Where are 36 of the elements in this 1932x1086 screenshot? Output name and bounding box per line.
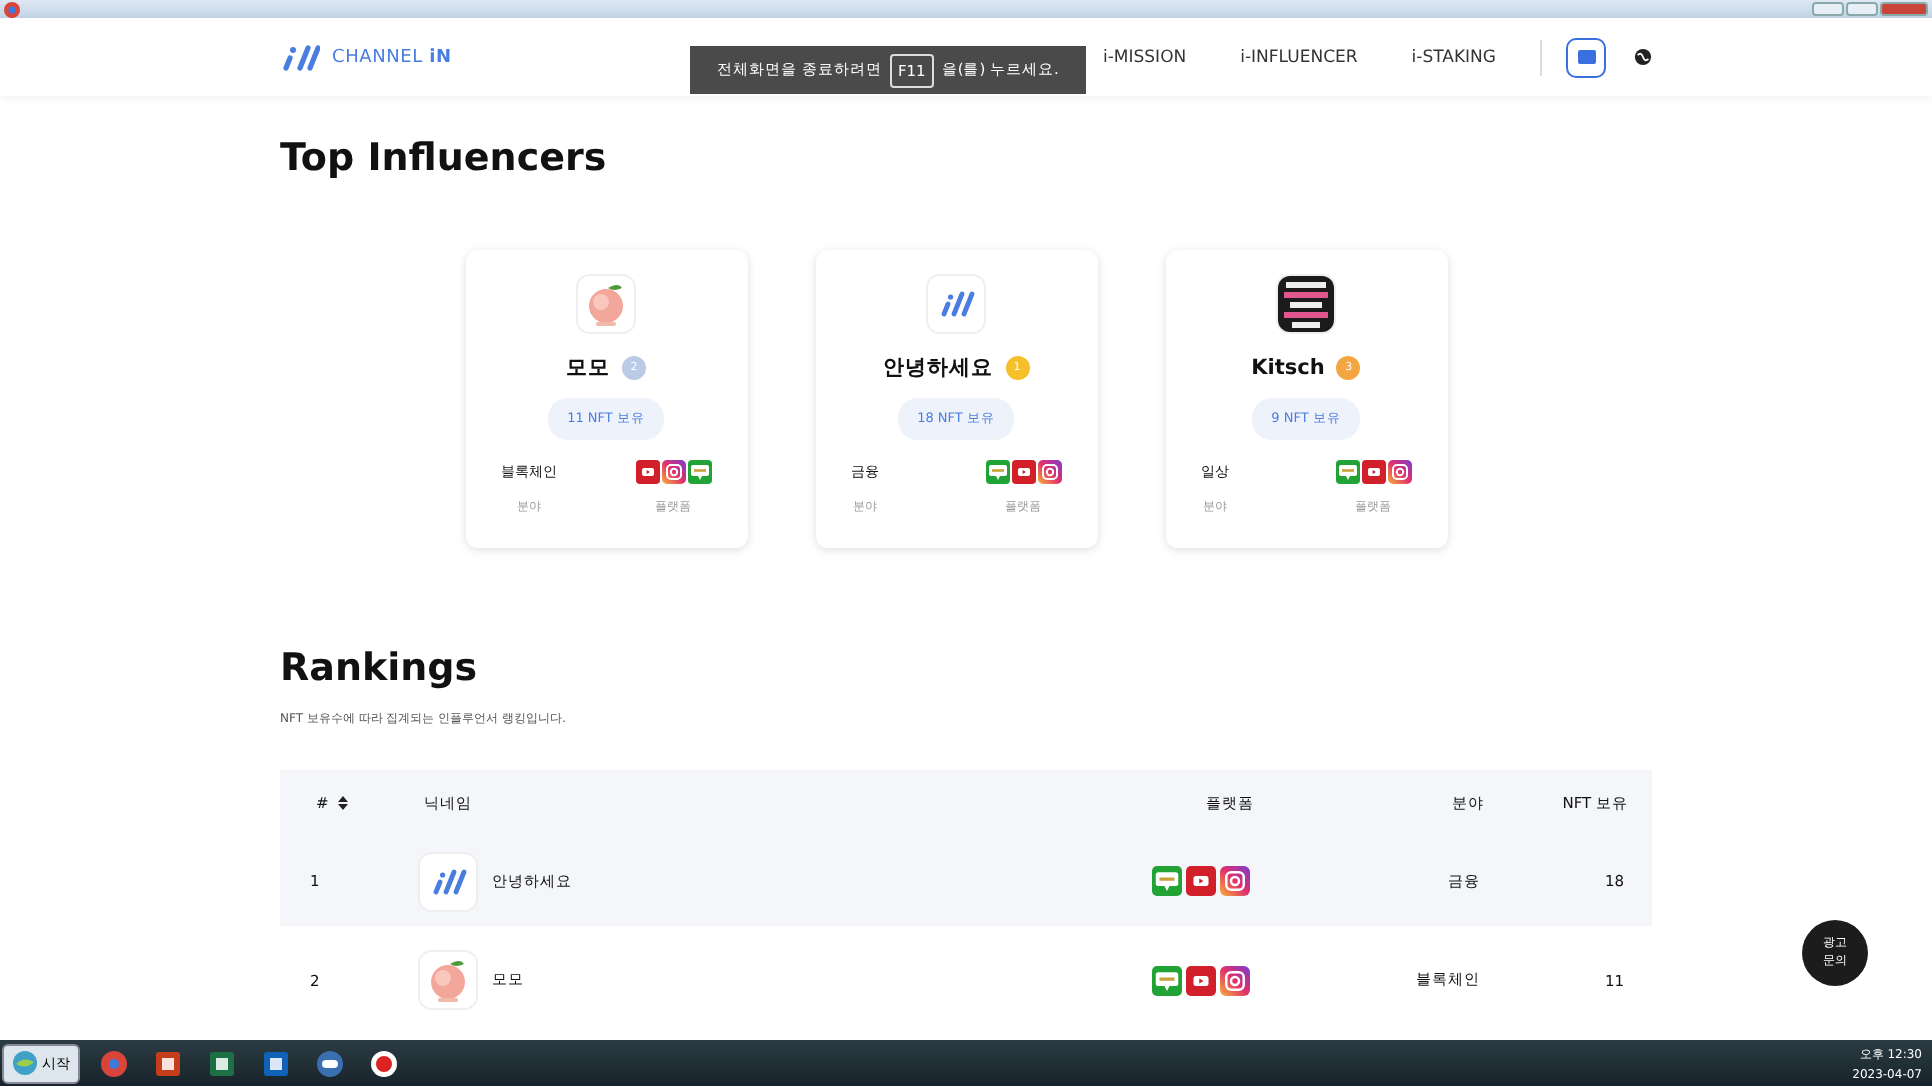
youtube-icon[interactable] — [1186, 866, 1216, 896]
instagram-icon[interactable] — [1220, 965, 1250, 995]
app-icon[interactable] — [154, 1049, 182, 1077]
nav-link[interactable]: i-STAKING — [1411, 47, 1496, 67]
logo-icon — [280, 43, 320, 71]
influencer-name: Kitsch — [1251, 356, 1325, 380]
instagram-icon[interactable] — [1387, 460, 1411, 484]
wallet-button[interactable] — [1566, 37, 1606, 77]
chat-bubble-icon[interactable] — [1152, 866, 1182, 896]
chat-bubble-icon[interactable] — [1335, 460, 1359, 484]
start-orb-icon — [12, 1050, 38, 1076]
sort-icon[interactable] — [338, 796, 349, 810]
section-title: Rankings — [280, 644, 480, 692]
browser-logo-icon — [4, 1, 20, 17]
youtube-icon[interactable] — [1186, 965, 1216, 995]
app-icon[interactable] — [262, 1049, 290, 1077]
brand-name: CHANNEL iN — [332, 47, 452, 67]
youtube-icon[interactable] — [1361, 460, 1385, 484]
youtube-icon[interactable] — [1011, 460, 1035, 484]
chat-bubble-icon[interactable] — [1152, 965, 1182, 995]
nav-link[interactable]: i-MISSION — [1103, 47, 1187, 67]
app-icon[interactable] — [316, 1049, 344, 1077]
instagram-icon[interactable] — [1037, 460, 1061, 484]
section-title: Top Influencers — [280, 134, 609, 182]
chat-bubble-icon[interactable] — [985, 460, 1009, 484]
chat-bubble-icon[interactable] — [687, 460, 711, 484]
instagram-icon[interactable] — [661, 460, 685, 484]
youtube-icon[interactable] — [635, 460, 659, 484]
nav-link[interactable]: i-INFLUENCER — [1240, 47, 1358, 67]
wallet-icon — [1577, 50, 1595, 64]
influencer-name: 모모 — [566, 354, 610, 382]
influencer-name: 안녕하세요 — [883, 354, 993, 382]
record-icon[interactable] — [370, 1049, 398, 1077]
app-icon[interactable] — [208, 1049, 236, 1077]
globe-icon[interactable] — [1634, 48, 1652, 66]
instagram-icon[interactable] — [1220, 866, 1250, 896]
